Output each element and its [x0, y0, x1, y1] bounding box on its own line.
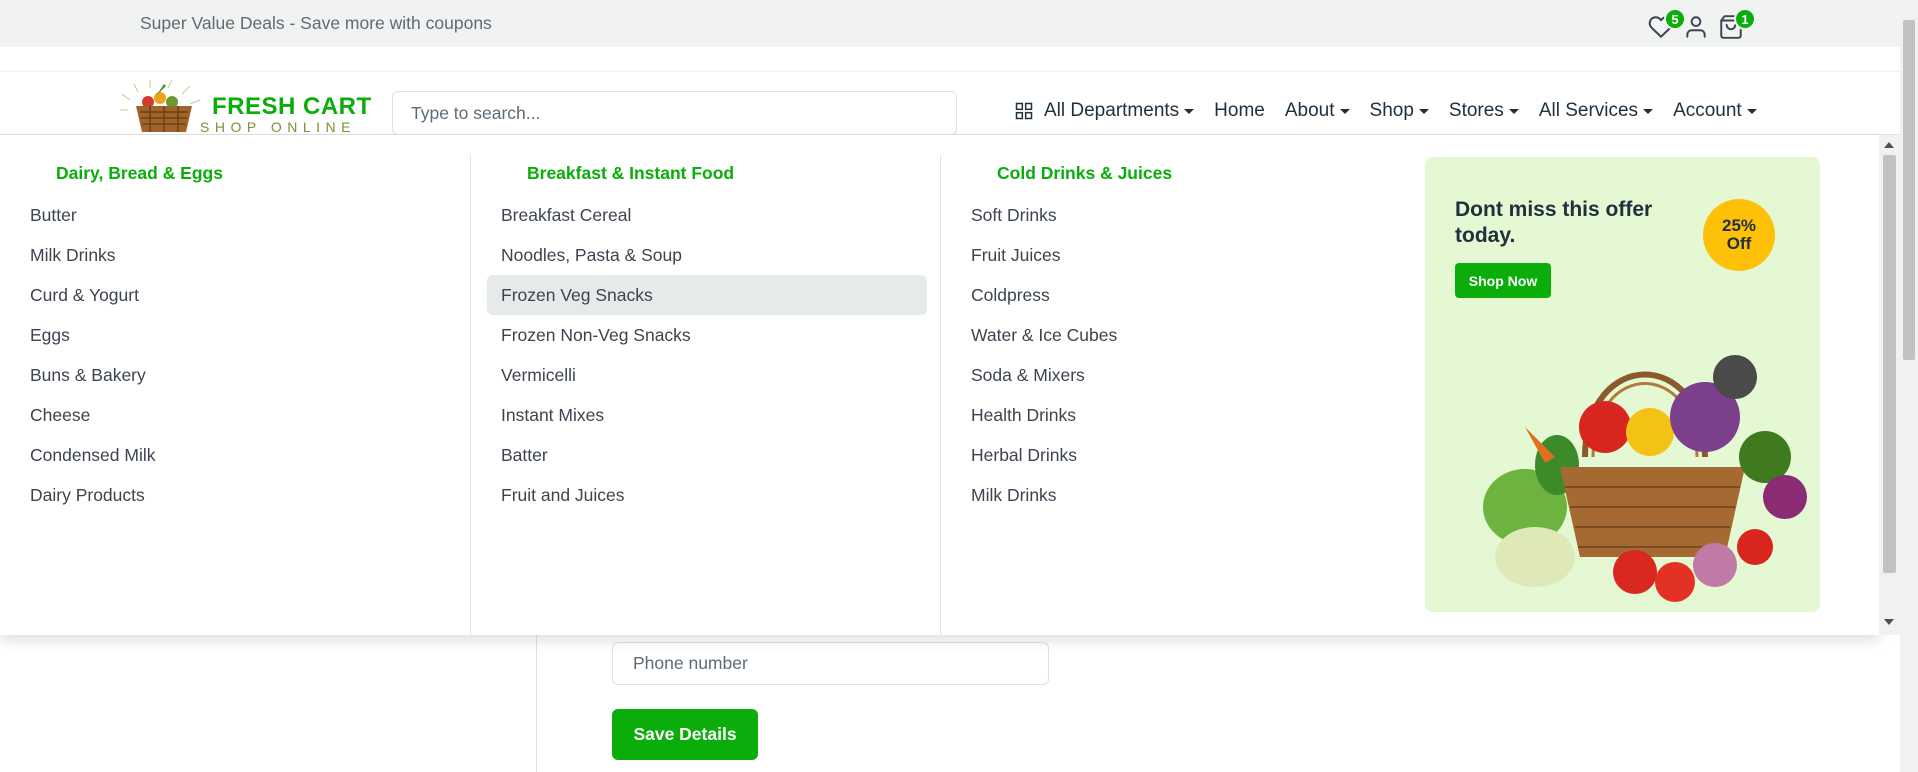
nav-all-services[interactable]: All Services — [1538, 100, 1654, 122]
nav-home[interactable]: Home — [1214, 100, 1265, 122]
menu-item[interactable]: Noodles, Pasta & Soup — [487, 235, 927, 275]
nav-menu: All Departments Home About Shop Stores A… — [1014, 100, 1777, 122]
category-list: Breakfast Cereal Noodles, Pasta & Soup F… — [487, 195, 927, 515]
promo-card: Dont miss this offer today. Shop Now 25%… — [1425, 157, 1820, 612]
menu-item[interactable]: Soft Drinks — [957, 195, 1397, 235]
menu-column-dairy: Dairy, Bread & Eggs Butter Milk Drinks C… — [0, 155, 470, 635]
menu-item[interactable]: Eggs — [16, 315, 456, 355]
nav-shop[interactable]: Shop — [1370, 100, 1429, 122]
logo[interactable]: FRESH CART SHOP ONLINE — [120, 72, 372, 136]
menu-item[interactable]: Coldpress — [957, 275, 1397, 315]
brand-name: FRESH CART — [212, 93, 372, 120]
category-list: Butter Milk Drinks Curd & Yogurt Eggs Bu… — [16, 195, 456, 515]
menu-item[interactable]: Herbal Drinks — [957, 435, 1397, 475]
caret-down-icon — [1746, 109, 1757, 114]
category-list: Soft Drinks Fruit Juices Coldpress Water… — [957, 195, 1397, 515]
basket-logo-icon — [120, 80, 201, 132]
save-details-button[interactable]: Save Details — [612, 709, 758, 760]
discount-badge: 25% Off — [1703, 199, 1775, 271]
menu-column-breakfast: Breakfast & Instant Food Breakfast Cerea… — [470, 155, 940, 635]
menu-item[interactable]: Frozen Non-Veg Snacks — [487, 315, 927, 355]
account-button[interactable] — [1683, 14, 1713, 44]
user-icon — [1686, 16, 1706, 38]
caret-down-icon — [1339, 109, 1350, 114]
top-bar: Super Value Deals - Save more with coupo… — [0, 0, 1900, 47]
menu-item[interactable]: Curd & Yogurt — [16, 275, 456, 315]
page-scrollbar-thumb[interactable] — [1903, 20, 1915, 360]
caret-down-icon — [1418, 109, 1429, 114]
grid-icon — [1015, 102, 1033, 120]
column-heading: Cold Drinks & Juices — [997, 163, 1173, 183]
column-heading: Dairy, Bread & Eggs — [56, 163, 223, 183]
menu-item[interactable]: Milk Drinks — [16, 235, 456, 275]
nav-about-label: About — [1284, 100, 1335, 121]
nav-stores-label: Stores — [1448, 100, 1504, 121]
menu-item[interactable]: Cheese — [16, 395, 456, 435]
discount-suffix: Off — [1726, 234, 1752, 253]
nav-all-departments-label: All Departments — [1044, 100, 1180, 121]
promo-title: Dont miss this offer today. — [1455, 198, 1653, 247]
nav-home-label: Home — [1214, 100, 1265, 121]
cart-button[interactable]: 1 — [1718, 8, 1756, 44]
nav-account[interactable]: Account — [1673, 100, 1757, 122]
menu-item-hovered[interactable]: Frozen Veg Snacks — [487, 275, 927, 315]
menu-item[interactable]: Breakfast Cereal — [487, 195, 927, 235]
search-input[interactable] — [392, 91, 957, 135]
caret-down-icon — [1643, 109, 1654, 114]
menu-column-cold-drinks: Cold Drinks & Juices Soft Drinks Fruit J… — [940, 155, 1410, 635]
caret-down-icon — [1508, 109, 1519, 114]
nav-account-label: Account — [1673, 100, 1742, 121]
nav-shop-label: Shop — [1369, 100, 1414, 121]
menu-item[interactable]: Milk Drinks — [957, 475, 1397, 515]
vegetable-basket-image — [1483, 355, 1807, 602]
menu-item[interactable]: Water & Ice Cubes — [957, 315, 1397, 355]
shop-now-button[interactable]: Shop Now — [1455, 263, 1551, 298]
menu-item[interactable]: Fruit and Juices — [487, 475, 927, 515]
main-navbar: FRESH CART SHOP ONLINE All Departments H… — [0, 71, 1900, 135]
caret-down-icon — [1184, 109, 1195, 114]
menu-item[interactable]: Fruit Juices — [957, 235, 1397, 275]
menu-item[interactable]: Vermicelli — [487, 355, 927, 395]
menu-item[interactable]: Soda & Mixers — [957, 355, 1397, 395]
column-heading: Breakfast & Instant Food — [527, 163, 735, 183]
nav-all-services-label: All Services — [1538, 100, 1639, 121]
promo-text: Super Value Deals - Save more with coupo… — [140, 13, 492, 33]
menu-item[interactable]: Dairy Products — [16, 475, 456, 515]
discount-value: 25% — [1721, 216, 1757, 235]
scroll-down-arrow-icon[interactable] — [1884, 619, 1894, 625]
menu-item[interactable]: Condensed Milk — [16, 435, 456, 475]
phone-number-input[interactable] — [612, 642, 1049, 685]
mega-menu-dropdown: Dairy, Bread & Eggs Butter Milk Drinks C… — [0, 135, 1879, 635]
menu-item[interactable]: Buns & Bakery — [16, 355, 456, 395]
nav-all-departments[interactable]: All Departments — [1014, 100, 1195, 122]
wishlist-button[interactable]: 5 — [1648, 8, 1686, 44]
nav-about[interactable]: About — [1285, 100, 1350, 122]
menu-item[interactable]: Batter — [487, 435, 927, 475]
content-divider — [536, 635, 537, 772]
menu-item[interactable]: Health Drinks — [957, 395, 1397, 435]
nav-stores[interactable]: Stores — [1449, 100, 1519, 122]
menu-item[interactable]: Instant Mixes — [487, 395, 927, 435]
menu-item[interactable]: Butter — [16, 195, 456, 235]
brand-tagline: SHOP ONLINE — [200, 119, 356, 135]
scroll-up-arrow-icon[interactable] — [1884, 142, 1894, 148]
cart-count-badge: 1 — [1734, 8, 1756, 30]
dropdown-scrollbar-thumb[interactable] — [1883, 155, 1896, 573]
